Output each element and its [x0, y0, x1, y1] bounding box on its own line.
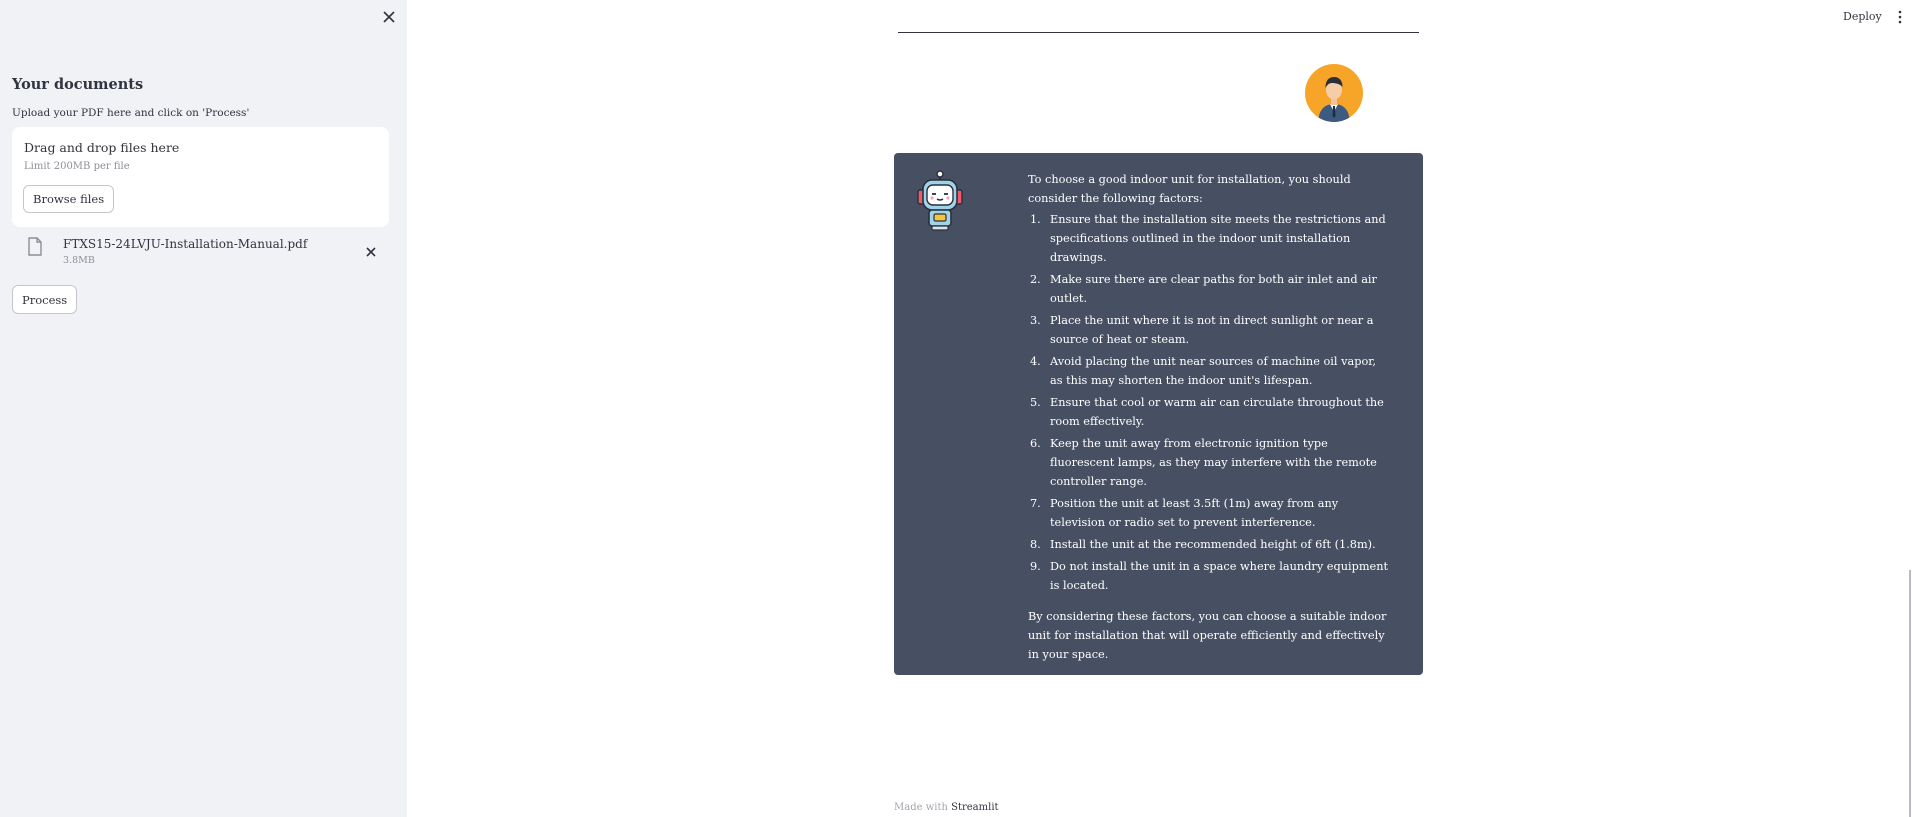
- dropzone-limit: Limit 200MB per file: [24, 161, 130, 172]
- list-item: 2. Make sure there are clear paths for bo…: [1030, 273, 1377, 305]
- file-name: FTXS15-24LVJU-Installation-Manual.pdf: [63, 237, 308, 251]
- assistant-message-text: To choose a good indoor unit for install…: [1028, 170, 1392, 664]
- process-button[interactable]: Process: [12, 285, 78, 314]
- sidebar: Your documents Upload your PDF here and …: [0, 0, 407, 817]
- footer: Made with Streamlit: [894, 802, 999, 813]
- list-item: 6. Keep the unit away from electronic ign…: [1030, 437, 1377, 488]
- divider: [898, 32, 1419, 33]
- robot-avatar-icon: [917, 170, 963, 231]
- upload-label: Upload your PDF here and click on 'Proce…: [12, 107, 250, 119]
- remove-file-icon[interactable]: [363, 244, 379, 260]
- list-item: 1. Ensure that the installation site meet…: [1030, 213, 1386, 264]
- list-item: 3. Place the unit where it is not in dire…: [1030, 314, 1374, 346]
- assistant-message: To choose a good indoor unit for install…: [894, 153, 1423, 675]
- answer-outro: By considering these factors, you can ch…: [1028, 610, 1387, 661]
- file-dropzone[interactable]: Drag and drop files here Limit 200MB per…: [12, 127, 389, 227]
- list-item: 8. Install the unit at the recommended he…: [1030, 538, 1376, 551]
- file-size: 3.8MB: [63, 255, 95, 266]
- footer-prefix: Made with: [894, 802, 948, 813]
- list-item: 5. Ensure that cool or warm air can circu…: [1030, 396, 1384, 428]
- user-avatar-icon: [1318, 77, 1350, 122]
- list-item: 7. Position the unit at least 3.5ft (1m) …: [1030, 497, 1339, 529]
- user-avatar: [1305, 64, 1363, 122]
- file-icon: [28, 237, 42, 256]
- close-sidebar-icon[interactable]: [380, 8, 398, 26]
- browse-files-button[interactable]: Browse files: [23, 185, 115, 213]
- factors-list: 1. Ensure that the installation site meet…: [1028, 210, 1392, 595]
- deploy-button[interactable]: Deploy: [1843, 10, 1882, 23]
- main-content: Deploy To choose a good indoor unit for …: [407, 0, 1912, 817]
- answer-intro: To choose a good indoor unit for install…: [1028, 173, 1351, 205]
- list-item: 9. Do not install the unit in a space whe…: [1030, 560, 1389, 592]
- uploaded-file-row: FTXS15-24LVJU-Installation-Manual.pdf 3.…: [12, 233, 389, 271]
- footer-brand-link[interactable]: Streamlit: [951, 802, 998, 813]
- list-item: 4. Avoid placing the unit near sources of…: [1030, 355, 1376, 387]
- dropzone-title: Drag and drop files here: [24, 140, 180, 155]
- sidebar-title: Your documents: [12, 76, 144, 93]
- scrollbar[interactable]: [1909, 570, 1911, 817]
- main-menu-icon[interactable]: [1896, 10, 1904, 24]
